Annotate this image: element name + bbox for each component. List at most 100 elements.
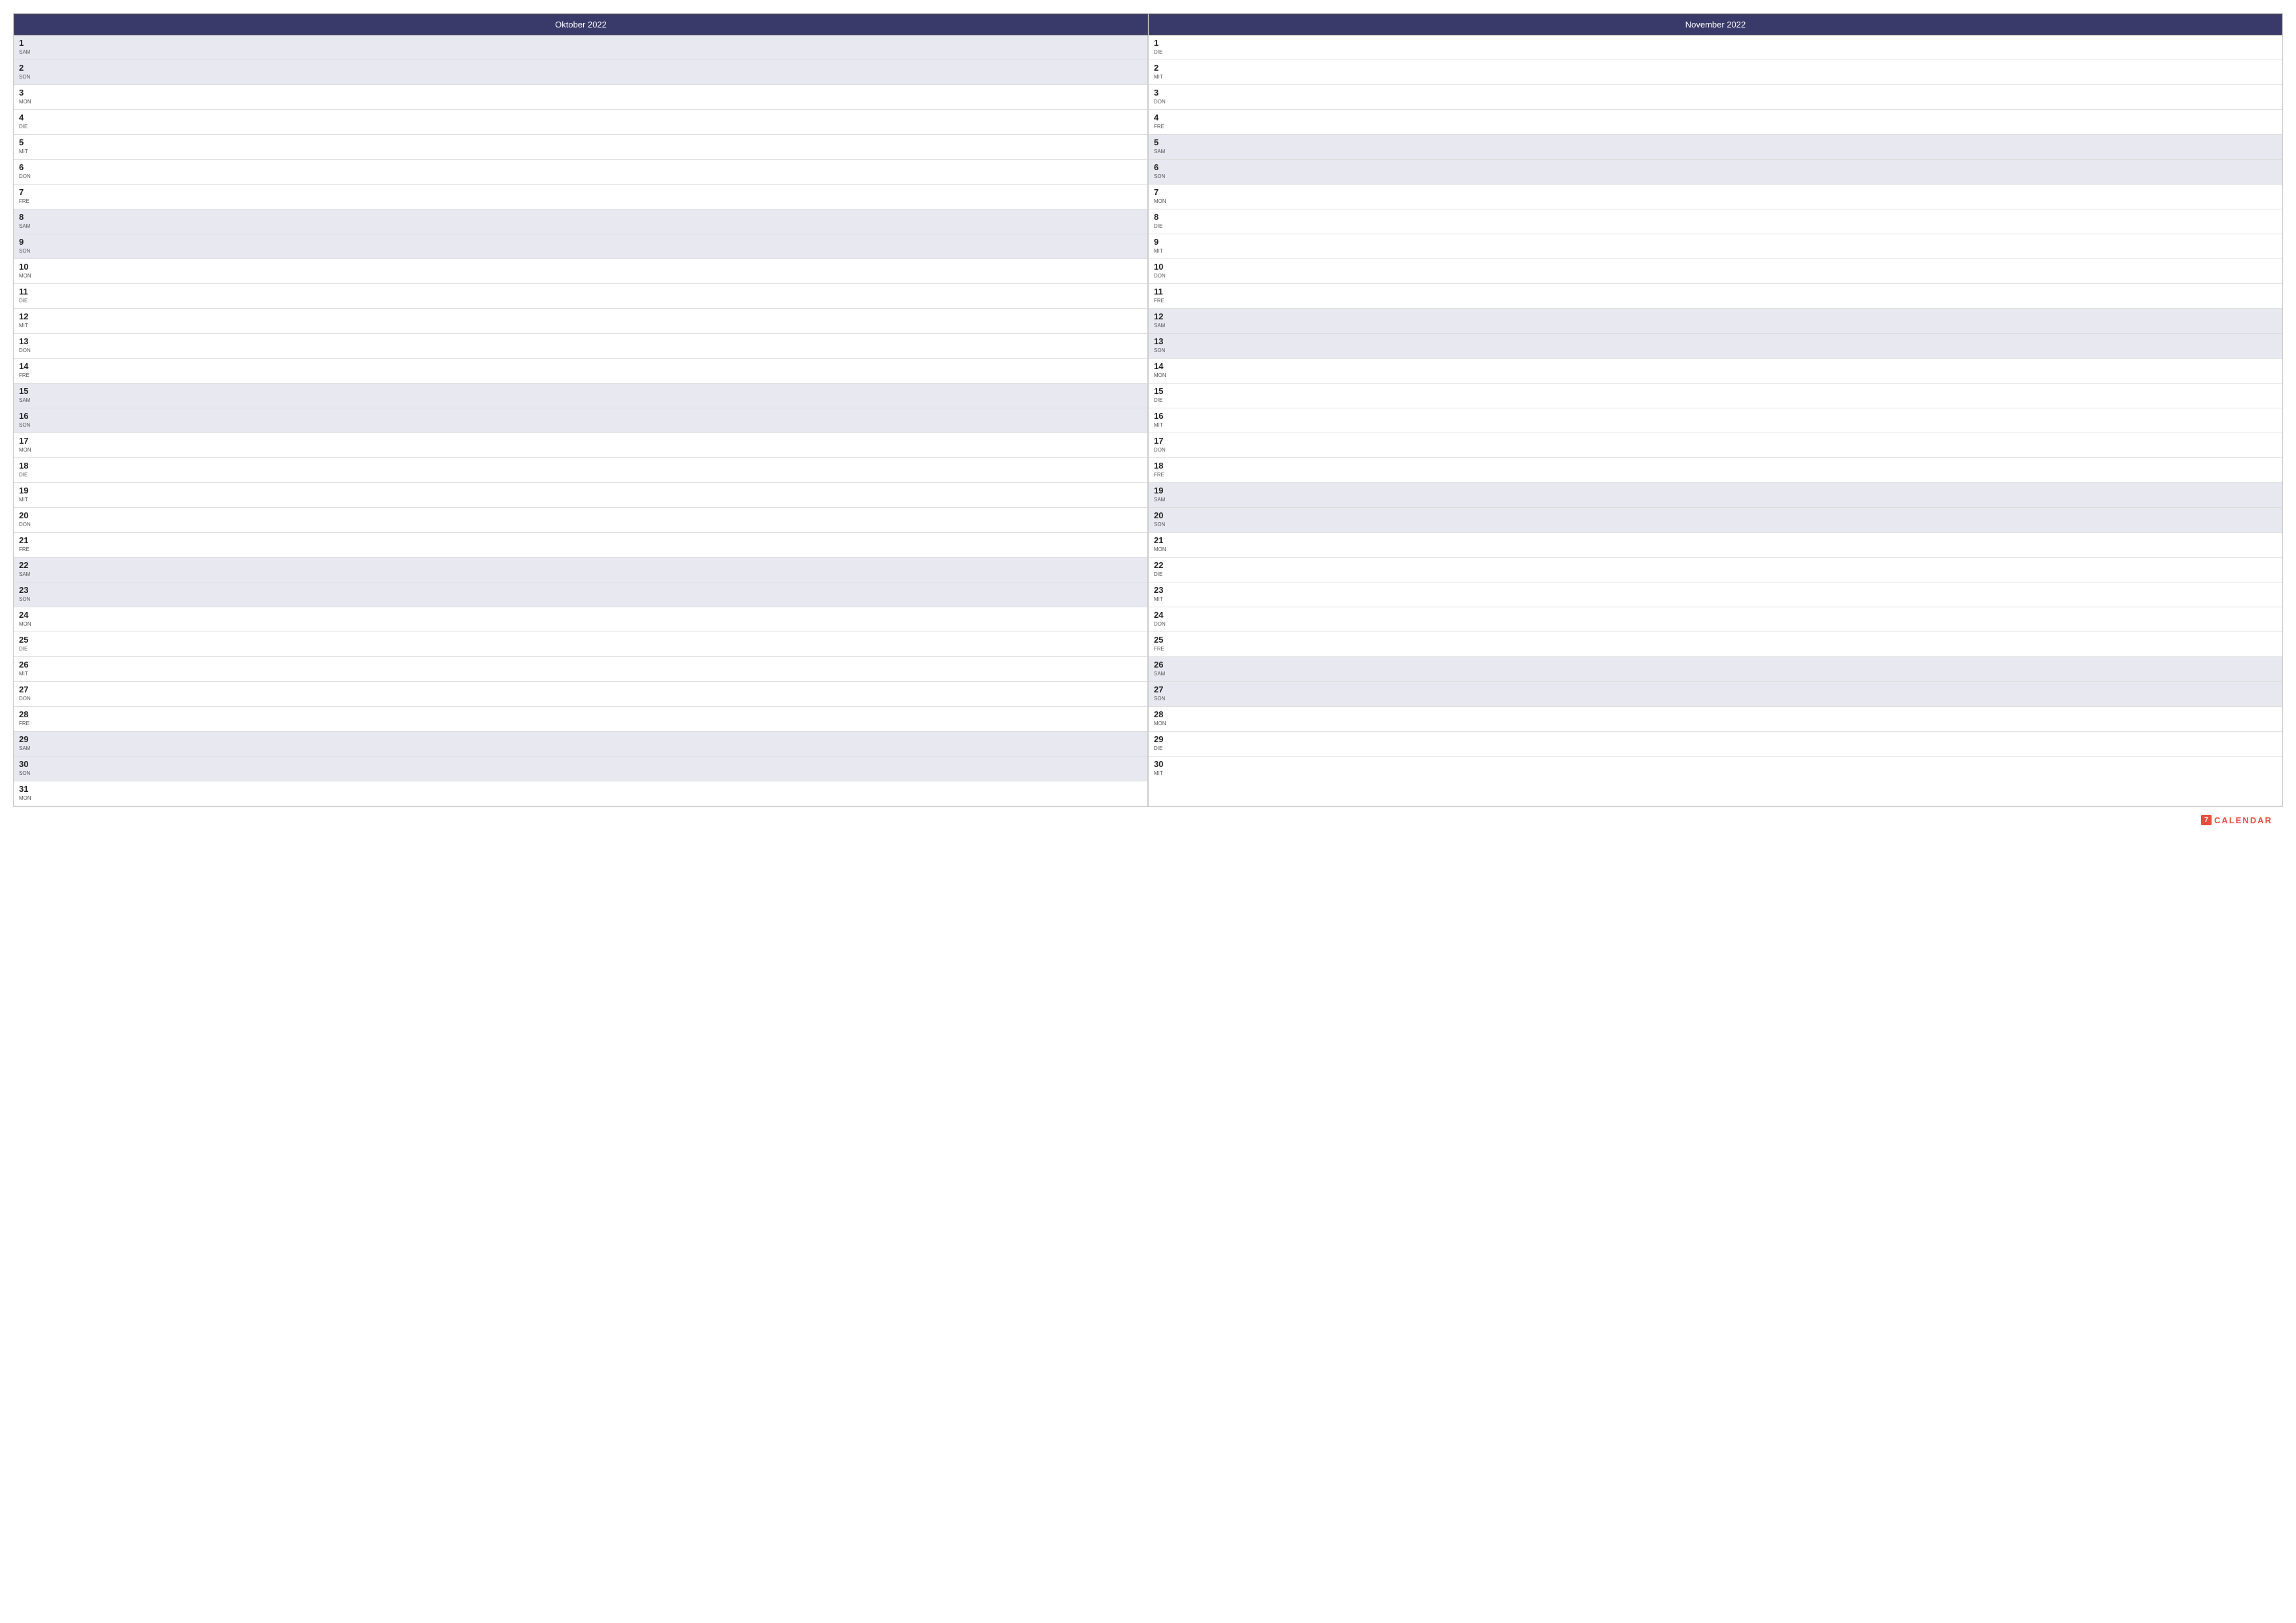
day-row: 17MON — [14, 433, 1148, 458]
day-name: MIT — [19, 323, 33, 329]
day-number: 6 — [1154, 162, 1168, 173]
day-row: 25DIE — [14, 632, 1148, 657]
day-name: SAM — [1154, 671, 1168, 677]
day-name: FRE — [1154, 298, 1168, 304]
day-number: 22 — [19, 560, 33, 571]
day-number: 14 — [1154, 361, 1168, 372]
day-number: 19 — [1154, 486, 1168, 496]
day-name: SAM — [1154, 497, 1168, 503]
day-number: 27 — [19, 685, 33, 695]
day-name: MIT — [1154, 770, 1168, 776]
day-label: 10DON — [1154, 262, 1168, 279]
day-number: 20 — [1154, 510, 1168, 521]
day-row: 14MON — [1149, 359, 2282, 383]
day-number: 10 — [19, 262, 33, 272]
day-name: SON — [19, 74, 33, 80]
day-row: 22DIE — [1149, 558, 2282, 582]
day-number: 19 — [19, 486, 33, 496]
day-number: 10 — [1154, 262, 1168, 272]
day-name: MIT — [1154, 74, 1168, 80]
day-name: MON — [19, 273, 33, 279]
day-number: 13 — [1154, 336, 1168, 347]
day-name: DIE — [19, 298, 33, 304]
day-label: 8DIE — [1154, 212, 1168, 229]
day-label: 29SAM — [19, 734, 33, 751]
day-number: 30 — [19, 759, 33, 770]
day-label: 22SAM — [19, 560, 33, 577]
day-number: 6 — [19, 162, 33, 173]
day-name: DIE — [19, 646, 33, 652]
day-label: 24DON — [1154, 610, 1168, 627]
day-row: 23SON — [14, 582, 1148, 607]
day-number: 18 — [19, 461, 33, 471]
day-name: MON — [19, 447, 33, 453]
day-name: SAM — [1154, 323, 1168, 329]
day-name: FRE — [19, 198, 33, 204]
day-name: SAM — [19, 745, 33, 751]
day-label: 1DIE — [1154, 38, 1168, 55]
day-row: 5SAM — [1149, 135, 2282, 160]
logo-icon: 7 — [2201, 815, 2212, 825]
day-label: 19MIT — [19, 486, 33, 503]
day-label: 27SON — [1154, 685, 1168, 702]
day-row: 2SON — [14, 60, 1148, 85]
day-name: MON — [1154, 546, 1168, 552]
day-name: SAM — [19, 397, 33, 403]
day-name: MON — [1154, 372, 1168, 378]
day-name: SON — [1154, 522, 1168, 527]
day-name: SON — [1154, 348, 1168, 353]
day-name: DIE — [1154, 223, 1168, 229]
day-name: DIE — [19, 472, 33, 478]
day-label: 18FRE — [1154, 461, 1168, 478]
day-label: 4DIE — [19, 113, 33, 130]
day-number: 9 — [19, 237, 33, 247]
day-label: 7MON — [1154, 187, 1168, 204]
day-number: 13 — [19, 336, 33, 347]
day-name: MON — [19, 99, 33, 105]
day-number: 31 — [19, 784, 33, 794]
day-label: 22DIE — [1154, 560, 1168, 577]
day-row: 28FRE — [14, 707, 1148, 732]
day-row: 24MON — [14, 607, 1148, 632]
day-name: DON — [19, 173, 33, 179]
day-number: 15 — [19, 386, 33, 397]
day-row: 23MIT — [1149, 582, 2282, 607]
day-number: 16 — [19, 411, 33, 421]
day-row: 27DON — [14, 682, 1148, 707]
day-label: 19SAM — [1154, 486, 1168, 503]
day-number: 17 — [1154, 436, 1168, 446]
day-row: 6SON — [1149, 160, 2282, 185]
day-name: SON — [1154, 696, 1168, 702]
day-row: 5MIT — [14, 135, 1148, 160]
day-label: 5SAM — [1154, 137, 1168, 154]
day-label: 30SON — [19, 759, 33, 776]
day-number: 24 — [19, 610, 33, 620]
day-name: SON — [19, 422, 33, 428]
day-name: DIE — [1154, 571, 1168, 577]
day-label: 26SAM — [1154, 660, 1168, 677]
day-number: 17 — [19, 436, 33, 446]
day-row: 10MON — [14, 259, 1148, 284]
day-label: 2SON — [19, 63, 33, 80]
day-row: 31MON — [14, 781, 1148, 806]
day-row: 28MON — [1149, 707, 2282, 732]
day-row: 3DON — [1149, 85, 2282, 110]
day-number: 12 — [1154, 312, 1168, 322]
day-label: 14MON — [1154, 361, 1168, 378]
day-number: 5 — [1154, 137, 1168, 148]
day-number: 2 — [1154, 63, 1168, 73]
day-number: 7 — [19, 187, 33, 198]
day-name: FRE — [19, 372, 33, 378]
day-number: 23 — [19, 585, 33, 596]
day-name: DON — [1154, 273, 1168, 279]
day-row: 24DON — [1149, 607, 2282, 632]
day-name: FRE — [1154, 124, 1168, 130]
day-row: 15SAM — [14, 383, 1148, 408]
day-label: 13DON — [19, 336, 33, 353]
day-number: 9 — [1154, 237, 1168, 247]
day-row: 26SAM — [1149, 657, 2282, 682]
day-name: FRE — [1154, 472, 1168, 478]
day-row: 30SON — [14, 757, 1148, 781]
day-name: DIE — [1154, 397, 1168, 403]
day-name: SAM — [19, 571, 33, 577]
